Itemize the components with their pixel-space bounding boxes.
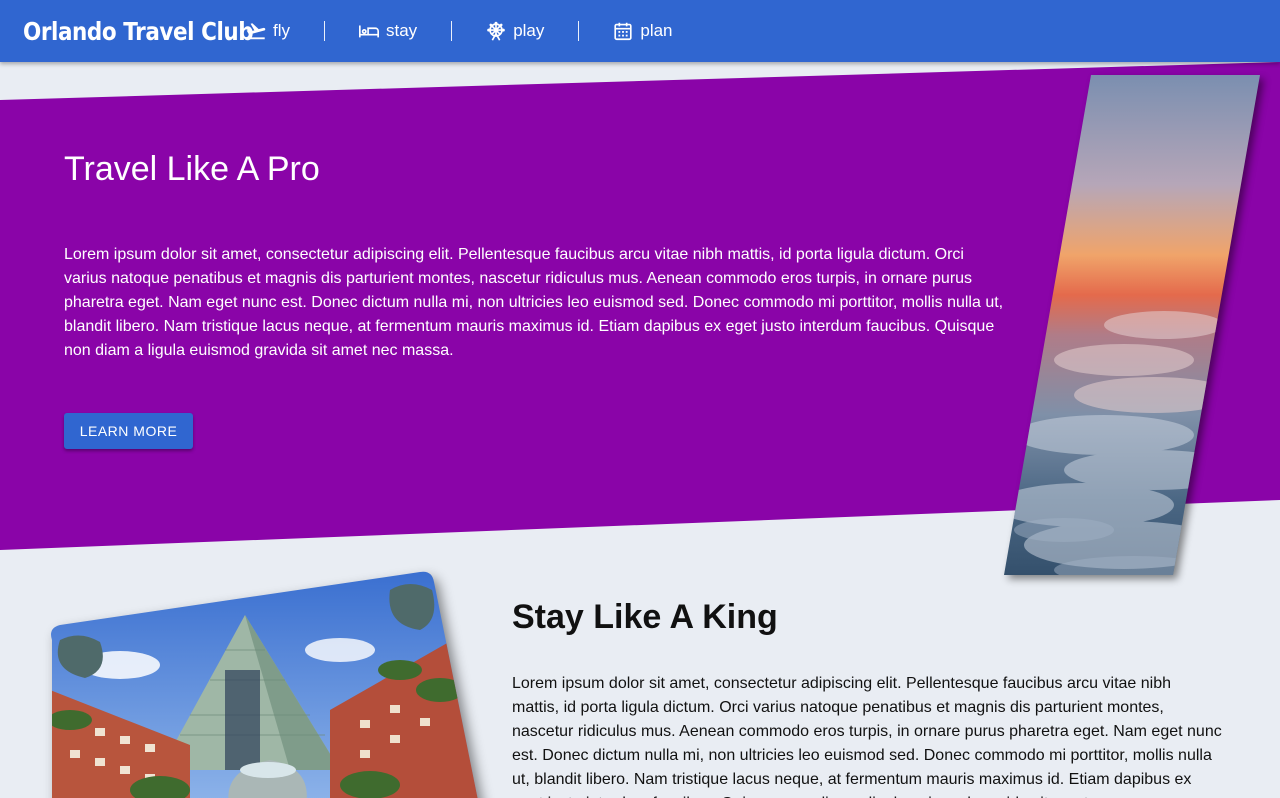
hero-title: Travel Like A Pro — [64, 150, 320, 188]
nav-divider — [451, 21, 453, 41]
nav-label-stay: stay — [386, 21, 418, 40]
bed-icon — [358, 20, 380, 42]
hotel-resort-image — [40, 570, 480, 798]
nav-label-fly: fly — [273, 21, 290, 40]
nav-divider — [578, 21, 580, 41]
nav-label-play: play — [513, 21, 545, 40]
stay-title: Stay Like A King — [512, 598, 778, 636]
nav-item-plan[interactable]: plan — [612, 0, 706, 62]
nav-item-fly[interactable]: fly — [245, 0, 324, 62]
brand-logo[interactable]: Orlando Travel Club — [23, 17, 254, 46]
nav-item-stay[interactable]: stay — [358, 0, 451, 62]
sunset-clouds-image — [1004, 75, 1261, 575]
main-nav: fly stay play plan — [245, 0, 707, 62]
nav-item-play[interactable]: play — [485, 0, 578, 62]
top-app-bar: Orlando Travel Club fly stay play plan — [0, 0, 1280, 62]
nav-divider — [324, 21, 325, 41]
ferris-wheel-icon — [485, 20, 507, 42]
stay-paragraph: Lorem ipsum dolor sit amet, consectetur … — [512, 675, 1222, 798]
hero-paragraph: Lorem ipsum dolor sit amet, consectetur … — [64, 246, 1004, 359]
calendar-icon — [612, 20, 634, 42]
learn-more-button[interactable]: LEARN MORE — [64, 413, 193, 449]
nav-label-plan: plan — [640, 21, 673, 40]
